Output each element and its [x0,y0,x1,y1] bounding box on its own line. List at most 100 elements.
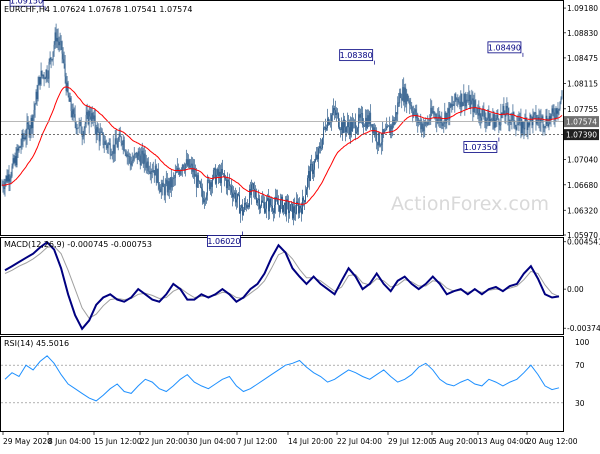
candle-body [358,114,360,129]
candle-body [116,144,118,148]
candle-body [50,57,52,60]
candle-body [476,107,478,114]
candle-body [507,108,509,117]
candle-body [239,207,241,214]
candle-body [321,148,323,149]
candle-body [480,117,482,121]
candle-body [316,154,318,159]
candle-body [382,129,384,143]
candle-body [485,119,487,123]
candle-body [415,109,417,119]
candle-body [111,154,113,156]
candle-body [159,188,161,193]
candle-body [347,122,349,128]
candle-body [388,125,390,127]
candle-body [152,170,154,172]
candle-body [408,100,410,102]
x-axis-ticks: 29 May 20208 Jun 04:00 15 Jun 12:0022 Jun… [2,431,578,446]
candle-body [372,124,374,133]
candle-body [288,201,289,214]
candle-body [260,206,261,209]
price-label: 1.07350 [464,143,497,152]
candle-body [356,131,358,133]
candle-body [283,205,284,212]
candle-body [493,114,495,128]
candle-body [268,198,269,212]
candle-body [126,154,128,157]
candle-body [394,119,396,125]
candle-body [29,128,31,135]
candle-body [364,126,366,127]
candle-body [138,151,140,157]
candle-body [473,100,475,113]
candle-body [58,41,60,46]
candle-body [235,199,237,203]
candle-body [45,69,47,80]
rsi-y-tick-label: 30 [575,399,585,408]
watermark: ActionForex.com [391,193,549,215]
candle-body [55,32,57,42]
candle-body [188,159,190,168]
candle-body [211,178,213,187]
candle-body [221,169,223,174]
candle-body [454,93,456,105]
candle-body [524,117,526,130]
candle-body [252,183,254,189]
candle-body [407,94,409,101]
candle-body [40,70,42,85]
candle-body [202,198,204,203]
candle-body [76,127,78,130]
y-tick-label: 1.08475 [567,54,598,63]
candle-body [48,61,50,79]
candle-body [505,106,507,117]
candle-body [35,91,37,105]
candle-body [13,158,15,163]
y-tick-label: 1.08830 [567,29,598,38]
candle-body [199,181,201,187]
candle-body [325,127,327,130]
candle-body [481,108,483,121]
candle-body [62,53,64,60]
candle-body [350,121,352,136]
candle-body [266,200,267,209]
candle-body [52,51,54,60]
candle-body [342,122,344,134]
macd-title: MACD(12,26,9) -0.000745 -0.000753 [4,240,152,249]
candle-body [437,117,439,123]
candle-body [132,159,134,162]
candle-body [105,141,107,146]
candle-body [460,93,462,107]
candle-body [93,115,95,120]
candle-body [117,140,119,148]
candle-body [305,194,306,202]
price-label: 1.08380 [340,51,373,60]
candle-body [137,151,139,160]
candle-body [196,175,198,188]
candle-body [229,186,231,187]
candle-body [78,122,80,128]
candle-body [130,162,132,166]
candle-body [409,100,411,106]
candle-body [530,114,532,118]
candle-body [392,119,394,129]
candle-body [553,112,555,118]
candle-body [250,184,252,196]
candle-body [208,180,210,190]
candle-body [436,119,438,123]
candle-body [512,112,514,115]
candle-body [424,122,426,128]
candle-body [3,187,5,189]
candle-body [133,153,135,160]
candle-body [284,202,285,206]
candle-body [381,142,383,146]
candle-body [533,112,535,115]
candle-body [269,199,270,212]
candle-body [214,168,216,184]
candle-body [398,102,400,104]
candle-body [488,111,490,126]
candle-body [94,115,96,129]
candle-body [155,165,157,183]
candle-body [280,200,281,212]
candle-body [89,111,91,117]
candle-body [298,204,299,214]
